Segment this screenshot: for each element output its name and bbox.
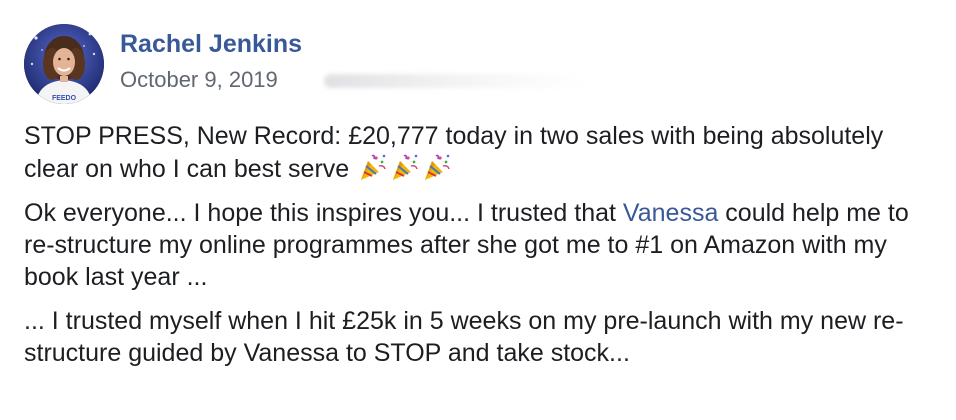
post-date-link[interactable]: October 9, 2019: [120, 67, 278, 93]
post-header: FEEDO Rachel Jenkins October 9, 2019: [24, 24, 924, 104]
author-name-link[interactable]: Rachel Jenkins: [120, 30, 302, 59]
post-paragraph-3-text: ... I trusted myself when I hit £25k in …: [24, 307, 904, 367]
post-paragraph-1-text: STOP PRESS, New Record: £20,777 today in…: [24, 122, 884, 183]
party-popper-icon: [361, 154, 386, 180]
blurred-meta: [324, 74, 584, 88]
post-paragraph-1: STOP PRESS, New Record: £20,777 today in…: [24, 120, 944, 185]
avatar-image: FEEDO: [24, 24, 104, 104]
mention-link-vanessa[interactable]: Vanessa: [623, 199, 718, 227]
post-body: STOP PRESS, New Record: £20,777 today in…: [24, 120, 944, 381]
post-paragraph-2: Ok everyone... I hope this inspires you.…: [24, 197, 944, 293]
social-post: FEEDO Rachel Jenkins October 9, 2019 STO…: [0, 0, 956, 420]
avatar[interactable]: FEEDO: [24, 24, 104, 104]
post-paragraph-3: ... I trusted myself when I hit £25k in …: [24, 305, 944, 369]
party-popper-icon: [393, 154, 418, 180]
emoji-group: [356, 154, 452, 183]
post-paragraph-2-text-before: Ok everyone... I hope this inspires you.…: [24, 199, 623, 227]
party-popper-icon: [425, 154, 450, 180]
avatar-shirt-text: FEEDO: [52, 95, 77, 102]
